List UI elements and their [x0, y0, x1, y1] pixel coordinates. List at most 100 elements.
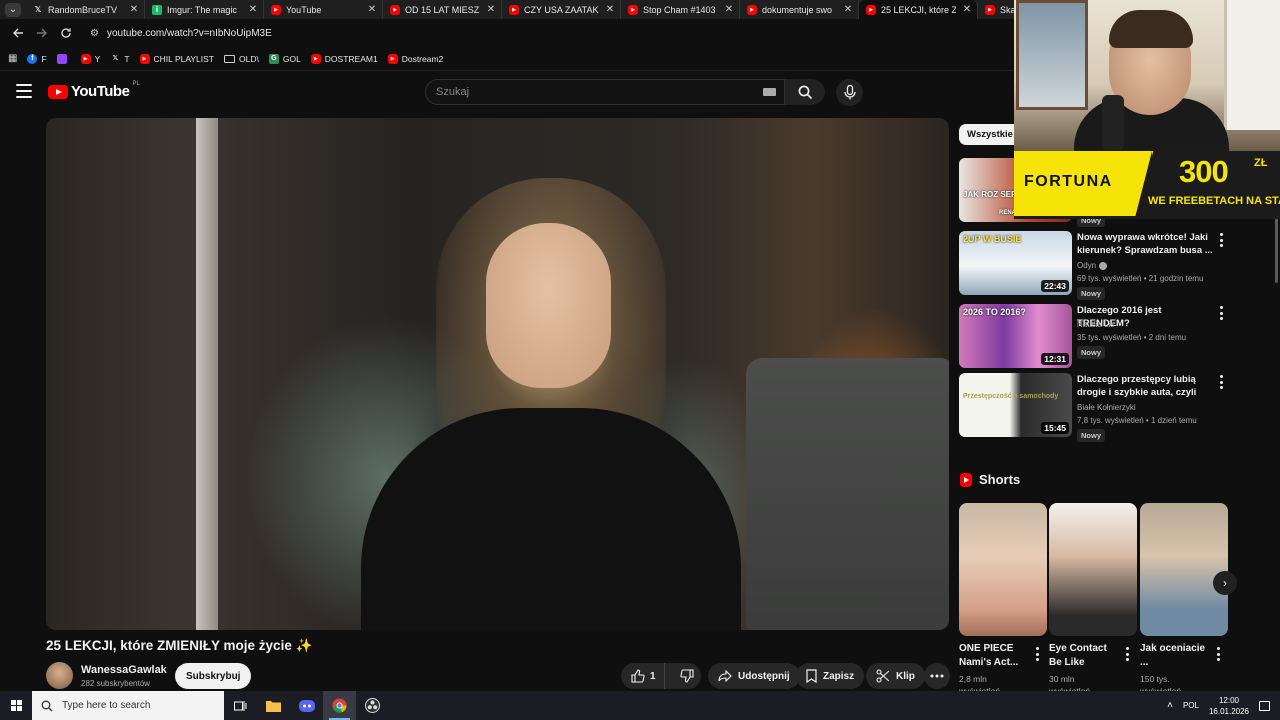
video-thumbnail[interactable]: 2026 TO 2016? 12:31	[959, 304, 1072, 368]
bookmark-label: Dostream2	[401, 53, 444, 64]
discord-icon	[298, 699, 315, 712]
channel-name[interactable]: Białe Kołnierzyki	[1077, 403, 1136, 412]
video-meta: 69 tys. wyświetleń • 21 godzin temu	[1077, 274, 1204, 283]
close-tab-icon[interactable]: ✕	[604, 4, 616, 15]
chevron-up-icon[interactable]: ˄	[1167, 700, 1173, 711]
bookmark-item[interactable]	[56, 53, 71, 64]
short-views: 2,8 mln	[959, 674, 987, 684]
apps-grid-icon[interactable]: ▦	[8, 53, 17, 64]
bookmark-item[interactable]: G GOL	[268, 53, 301, 64]
short-thumbnail[interactable]	[1140, 503, 1228, 636]
recommended-video[interactable]: Przestępczość a samochody 15:45 Dlaczego…	[959, 373, 1229, 442]
close-tab-icon[interactable]: ✕	[485, 4, 497, 15]
video-thumbnail[interactable]: Przestępczość a samochody 15:45	[959, 373, 1072, 437]
start-button[interactable]	[0, 691, 32, 720]
bookmark-item[interactable]: ▶ Y	[80, 53, 101, 64]
more-vertical-icon[interactable]	[1217, 306, 1225, 320]
browser-tab[interactable]: ▶ dokumentuje swo ✕	[740, 0, 859, 19]
taskbar-search[interactable]: Type here to search	[32, 691, 224, 720]
subscribe-button[interactable]: Subskrybuj	[175, 663, 252, 689]
recommended-video[interactable]: 2026 TO 2016? 12:31 Dlaczego 2016 jest T…	[959, 304, 1229, 370]
back-button[interactable]	[8, 23, 28, 43]
url-text: youtube.com/watch?v=nIbNoUipM3E	[106, 27, 272, 39]
browser-tab[interactable]: ▶ Stop Cham #1403 ✕	[621, 0, 740, 19]
short-title[interactable]: ONE PIECE Nami's Act...	[959, 642, 1031, 670]
notification-icon[interactable]	[1259, 700, 1270, 711]
short-views: 30 mln	[1049, 674, 1075, 684]
search-button[interactable]	[785, 79, 825, 105]
chrome-button[interactable]	[323, 691, 356, 720]
short-title[interactable]: Eye Contact Be Like	[1049, 642, 1121, 670]
video-thumbnail[interactable]: 2UP W BUSIE 22:43	[959, 231, 1072, 295]
video-duration: 12:31	[1041, 353, 1069, 365]
hamburger-menu-icon[interactable]	[16, 84, 32, 98]
voice-search-button[interactable]	[836, 79, 863, 106]
bookmark-label: Y	[94, 53, 101, 64]
tab-search-dropdown[interactable]: ⌄	[0, 0, 26, 19]
browser-tab[interactable]: ▶ YouTube ✕	[264, 0, 383, 19]
browser-tab[interactable]: ▶ 25 LEKCJI, które Z ✕	[859, 0, 978, 19]
more-vertical-icon[interactable]	[1214, 647, 1222, 661]
close-tab-icon[interactable]: ✕	[128, 4, 140, 15]
language-indicator[interactable]: POL	[1183, 701, 1199, 710]
video-title[interactable]: Dlaczego przestępcy lubią drogie i szybk…	[1077, 373, 1213, 399]
url-field[interactable]: ⚙ youtube.com/watch?v=nIbNoUipM3E	[90, 28, 272, 39]
clip-button[interactable]: Klip	[866, 663, 925, 689]
windows-taskbar: Type here to search ˄ POL 12:00 16.01.20…	[0, 691, 1280, 720]
bookmark-item[interactable]: OLD\	[224, 54, 259, 64]
video-title[interactable]: Nowa wyprawa wkrótce! Jaki kierunek? Spr…	[1077, 231, 1213, 257]
short-thumbnail[interactable]	[1049, 503, 1137, 636]
discord-button[interactable]	[290, 691, 323, 720]
task-view-button[interactable]	[224, 691, 257, 720]
save-button[interactable]: Zapisz	[796, 663, 865, 689]
channel-avatar[interactable]	[46, 662, 73, 689]
browser-tab[interactable]: 𝕏 RandomBruceTV ✕	[26, 0, 145, 19]
reload-icon	[61, 28, 71, 38]
share-button[interactable]: Udostępnij	[708, 663, 800, 689]
short-thumbnail[interactable]	[959, 503, 1047, 636]
browser-tab[interactable]: ▶ CZY USA ZAATAK ✕	[502, 0, 621, 19]
more-vertical-icon[interactable]	[1033, 647, 1041, 661]
more-vertical-icon[interactable]	[1217, 375, 1225, 389]
bookmark-item[interactable]: ▶ Dostream2	[387, 53, 444, 64]
close-tab-icon[interactable]: ✕	[961, 4, 973, 15]
search-input[interactable]	[436, 86, 763, 98]
clock[interactable]: 12:00 16.01.2026	[1209, 695, 1249, 717]
browser-tab[interactable]: ▶ OD 15 LAT MIESZ ✕	[383, 0, 502, 19]
close-tab-icon[interactable]: ✕	[247, 4, 259, 15]
like-button[interactable]: 1	[621, 663, 665, 689]
dislike-button[interactable]	[671, 663, 703, 689]
forward-button[interactable]	[32, 23, 52, 43]
channel-name[interactable]: Natalia Lis	[1077, 320, 1114, 329]
bookmark-item[interactable]: ▶ CHIL PLAYLIST	[139, 53, 214, 64]
bookmark-item[interactable]: ▶ DOSTREAM1	[310, 53, 378, 64]
bookmark-item[interactable]: 𝕏T	[110, 54, 130, 64]
short-item[interactable]: Jak oceniacie ... 150 tys. wyświetleń	[1140, 503, 1228, 696]
file-explorer-button[interactable]	[257, 691, 290, 720]
close-tab-icon[interactable]: ✕	[723, 4, 735, 15]
more-vertical-icon[interactable]	[1217, 233, 1225, 247]
keyboard-icon[interactable]	[763, 88, 776, 96]
video-player[interactable]	[46, 118, 949, 630]
short-title[interactable]: Jak oceniacie ...	[1140, 642, 1212, 670]
shorts-next-button[interactable]: ›	[1213, 571, 1237, 595]
channel-name[interactable]: Odyn	[1077, 261, 1108, 270]
recommended-video[interactable]: 2UP W BUSIE 22:43 Nowa wyprawa wkrótce! …	[959, 231, 1229, 300]
twitch-icon	[56, 53, 67, 64]
short-views: 150 tys.	[1140, 674, 1170, 684]
more-actions-button[interactable]	[924, 663, 950, 689]
close-tab-icon[interactable]: ✕	[366, 4, 378, 15]
browser-tab[interactable]: i Imgur: The magic ✕	[145, 0, 264, 19]
obs-button[interactable]	[356, 691, 389, 720]
youtube-logo[interactable]: YouTube PL	[48, 81, 140, 100]
close-tab-icon[interactable]: ✕	[842, 4, 854, 15]
reload-button[interactable]	[56, 23, 76, 43]
short-item[interactable]: ONE PIECE Nami's Act... 2,8 mln wyświetl…	[959, 503, 1047, 696]
short-item[interactable]: Eye Contact Be Like 30 mln wyświetleń	[1049, 503, 1137, 696]
bookmark-item[interactable]: fF	[27, 53, 47, 64]
site-info-icon[interactable]: ⚙	[90, 28, 99, 39]
video-duration: 15:45	[1041, 422, 1069, 434]
more-vertical-icon[interactable]	[1123, 647, 1131, 661]
channel-name[interactable]: WanessaGawlak	[81, 664, 167, 676]
filter-chip-all[interactable]: Wszystkie	[959, 124, 1021, 145]
